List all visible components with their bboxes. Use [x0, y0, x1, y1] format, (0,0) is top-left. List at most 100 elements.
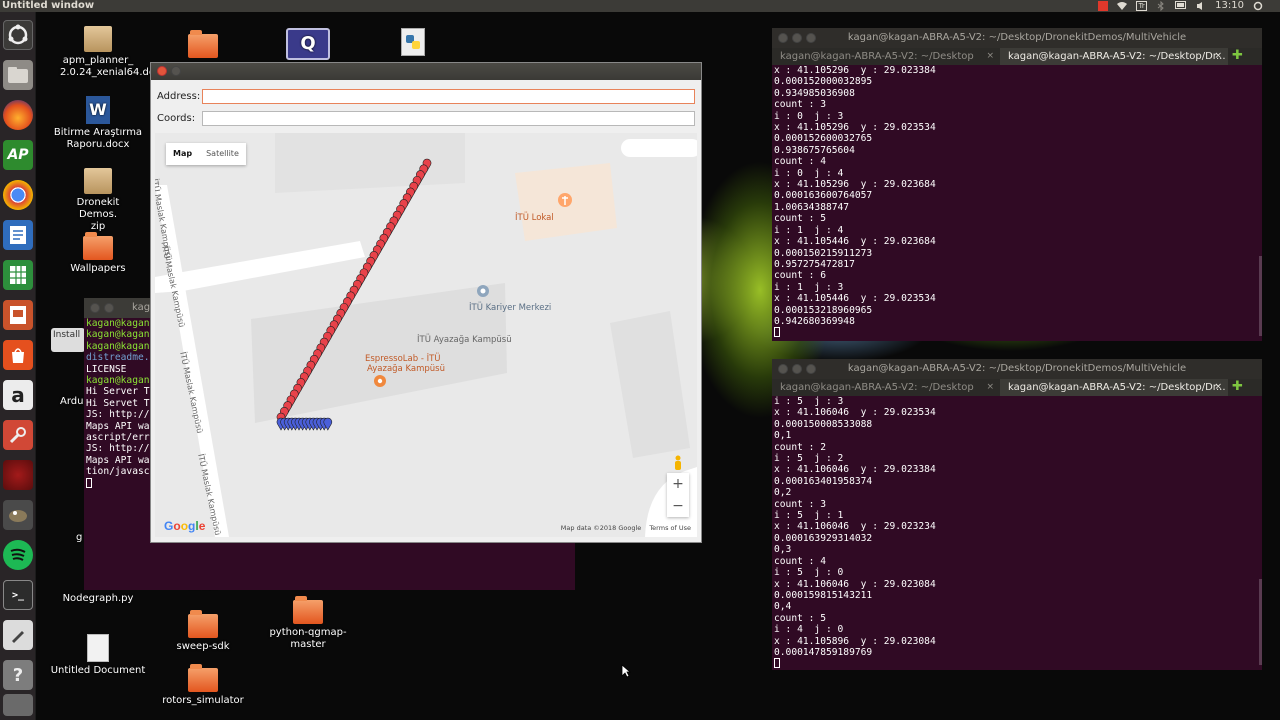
desktop-icon-label: Untitled Document: [50, 665, 146, 676]
new-tab-plus-icon[interactable]: ✚: [1228, 48, 1262, 65]
zoom-in-button[interactable]: +: [667, 473, 689, 495]
gimp-icon[interactable]: [3, 500, 33, 530]
tab-close-icon[interactable]: ×: [1214, 379, 1222, 396]
street-view-pegman-icon[interactable]: [671, 455, 685, 471]
calc-icon[interactable]: [3, 260, 33, 290]
impress-icon[interactable]: [3, 300, 33, 330]
google-logo: Google: [164, 519, 206, 533]
new-tab-plus-icon[interactable]: ✚: [1228, 379, 1262, 396]
close-icon[interactable]: [90, 303, 100, 313]
desktop-icon-untitled-document[interactable]: Untitled Document: [50, 634, 146, 677]
terminal-tab-active[interactable]: kagan@kagan-ABRA-A5-V2: ~/Desktop/Dr... ×: [1000, 48, 1228, 65]
system-settings-icon[interactable]: [3, 420, 33, 450]
text-editor-icon[interactable]: [3, 620, 33, 650]
active-window-title: Untitled window: [2, 0, 95, 11]
unity-launcher: AP a >_ ?: [0, 12, 36, 720]
terminal-tab-active[interactable]: kagan@kagan-ABRA-A5-V2: ~/Desktop/Dr... ×: [1000, 379, 1228, 396]
terminal-line: 0,2: [774, 487, 792, 499]
desktop-icon-python-qgmap-master[interactable]: python-qgmap- master: [266, 596, 350, 651]
settings-gear-icon[interactable]: [1252, 1, 1264, 11]
maximize-icon[interactable]: [806, 364, 816, 374]
terms-of-use-link[interactable]: Terms of Use: [649, 524, 691, 532]
terminal-scrollbar[interactable]: [1259, 579, 1262, 665]
firefox-icon[interactable]: [3, 100, 33, 130]
chrome-icon[interactable]: [3, 180, 33, 210]
desktop-icon-label: apm_planner_ 2.0.24_xenial64.deb: [60, 55, 162, 78]
trash-icon[interactable]: [3, 694, 33, 716]
address-input[interactable]: [202, 89, 695, 104]
terminal-line: 1.00634388747: [774, 201, 850, 213]
desktop-icon-qgroundcontrol[interactable]: Q: [285, 28, 331, 63]
desktop-icon-apm-planner[interactable]: apm_planner_ 2.0.24_xenial64.deb: [60, 26, 162, 79]
terminal-icon[interactable]: >_: [3, 580, 33, 610]
map-data-attribution: Map data ©2018 Google: [560, 524, 642, 532]
desktop-icon-python-script[interactable]: [398, 28, 428, 59]
desktop-icon-label: rotors_simulator: [162, 695, 244, 706]
zoom-out-button[interactable]: −: [667, 495, 689, 517]
bluetooth-icon[interactable]: [1155, 0, 1167, 12]
system-tray: Tr 13:10: [1098, 0, 1280, 12]
desktop-icon-bitirme-raporu[interactable]: W Bitirme Araştırma Raporu.docx: [52, 96, 144, 151]
terminal-tab[interactable]: kagan@kagan-ABRA-A5-V2: ~/Desktop ×: [772, 379, 1000, 396]
terminal-line: x : 41.106046 y : 29.023234: [774, 521, 936, 533]
close-icon[interactable]: [778, 33, 788, 43]
tab-close-icon[interactable]: ×: [1214, 48, 1222, 65]
wifi-icon[interactable]: [1116, 1, 1128, 11]
files-icon[interactable]: [3, 60, 33, 90]
terminal-title: kag: [132, 302, 151, 313]
minimize-icon[interactable]: [792, 33, 802, 43]
desktop-icon-g[interactable]: g: [76, 532, 88, 544]
map-footer: Map data ©2018 Google Terms of Use: [561, 524, 691, 532]
text-document-icon: [87, 634, 109, 662]
app-red-icon[interactable]: [3, 460, 33, 490]
terminal-line: x : 41.105896 y : 29.023084: [774, 635, 936, 647]
desktop-icon-folder-top[interactable]: [186, 30, 220, 61]
map-window[interactable]: Address: Coords: İTÜ Lokal İTÜ Kariyer M…: [150, 62, 702, 543]
map-type-map-button[interactable]: Map: [166, 143, 199, 165]
map-window-titlebar[interactable]: [151, 63, 701, 80]
terminal-line: count : 6: [774, 270, 826, 282]
clock[interactable]: 13:10: [1215, 0, 1244, 12]
tab-close-icon[interactable]: ×: [986, 379, 994, 396]
desktop-icon-rotors-simulator[interactable]: rotors_simulator: [160, 664, 246, 707]
terminal-window-top[interactable]: kagan@kagan-ABRA-A5-V2: ~/Desktop/Dronek…: [772, 28, 1262, 341]
terminal-window-bottom[interactable]: kagan@kagan-ABRA-A5-V2: ~/Desktop/Dronek…: [772, 359, 1262, 670]
close-icon[interactable]: [157, 66, 167, 76]
amazon-icon[interactable]: a: [3, 380, 33, 410]
terminal-line: i : 0 j : 4: [774, 167, 844, 179]
desktop-icon-dronekit-demos-zip[interactable]: Dronekit Demos. zip: [60, 168, 136, 233]
minimize-icon[interactable]: [104, 303, 114, 313]
desktop-icon-label: Ardu: [60, 396, 84, 407]
minimize-icon[interactable]: [171, 66, 181, 76]
terminal-titlebar[interactable]: kagan@kagan-ABRA-A5-V2: ~/Desktop/Dronek…: [772, 28, 1262, 48]
software-center-icon[interactable]: [3, 340, 33, 370]
minimize-icon[interactable]: [792, 364, 802, 374]
volume-icon[interactable]: [1195, 1, 1207, 11]
desktop-icon-wallpapers[interactable]: Wallpapers: [60, 232, 136, 275]
terminal-line: x : 41.105296 y : 29.023684: [774, 179, 936, 191]
zip-archive-icon: [84, 168, 112, 194]
help-icon[interactable]: ?: [3, 660, 33, 690]
terminal-line: count : 4: [774, 555, 826, 567]
terminal-titlebar[interactable]: kagan@kagan-ABRA-A5-V2: ~/Desktop/Dronek…: [772, 359, 1262, 379]
indicator-red-icon[interactable]: [1098, 1, 1109, 11]
window-buttons: [157, 66, 181, 76]
battery-icon[interactable]: [1175, 1, 1187, 11]
writer-icon[interactable]: [3, 220, 33, 250]
tab-close-icon[interactable]: ×: [986, 48, 994, 65]
google-map[interactable]: İTÜ Lokal İTÜ Kariyer Merkezi İTÜ Ayazağ…: [155, 133, 697, 537]
terminal-tab[interactable]: kagan@kagan-ABRA-A5-V2: ~/Desktop ×: [772, 48, 1000, 65]
terminal-scrollbar[interactable]: [1259, 256, 1262, 336]
close-icon[interactable]: [778, 364, 788, 374]
keyboard-layout-indicator[interactable]: Tr: [1136, 1, 1148, 11]
map-type-control: Map Satellite: [166, 143, 246, 165]
desktop-icon-label: sweep-sdk: [176, 641, 230, 652]
map-type-satellite-button[interactable]: Satellite: [199, 143, 246, 165]
desktop-icon-ardu[interactable]: Ardu: [60, 396, 90, 408]
desktop-icon-sweep-sdk[interactable]: sweep-sdk: [168, 610, 238, 653]
dash-home-icon[interactable]: [3, 20, 33, 50]
spotify-icon[interactable]: [3, 540, 33, 570]
coords-input[interactable]: [202, 111, 695, 126]
ardupilot-icon[interactable]: AP: [3, 140, 33, 170]
maximize-icon[interactable]: [806, 33, 816, 43]
